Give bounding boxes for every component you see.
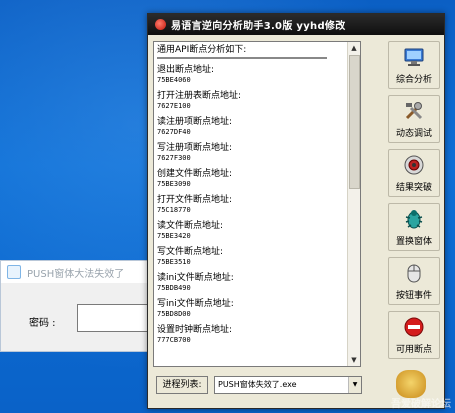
- tools-icon: [405, 102, 423, 120]
- speaker-icon: [404, 155, 424, 175]
- breakpoint-name: 创建文件断点地址:: [157, 169, 233, 179]
- main-window[interactable]: 易语言逆向分析助手3.0版 yyhd修改 通用API断点分析如下: 退出断点地址…: [147, 13, 445, 409]
- button-event-button-label: 按钮事件: [395, 291, 432, 301]
- available-breakpoints-button-label: 可用断点: [395, 345, 432, 355]
- breakpoint-address: 75BE3420: [157, 232, 191, 240]
- breakpoint-address: 75BD8D00: [157, 310, 191, 318]
- bug-icon: [405, 210, 423, 229]
- scroll-thumb[interactable]: [349, 55, 360, 189]
- breakpoint-address: 75BE3510: [157, 258, 191, 266]
- replace-window-button-label: 置换窗体: [395, 237, 432, 247]
- stop-icon: [404, 317, 424, 337]
- process-combobox[interactable]: PUSH窗体失效了.exe ▼: [214, 376, 362, 394]
- breakpoint-name: 读注册项断点地址:: [157, 117, 233, 127]
- list-item: 写ini文件断点地址: 75BD8D00: [157, 299, 345, 319]
- list-item: 打开文件断点地址: 75C18770: [157, 195, 345, 215]
- breakpoint-name: 打开文件断点地址:: [157, 195, 233, 205]
- list-item: 打开注册表断点地址: 7627E100: [157, 91, 345, 111]
- breakpoint-name: 写注册项断点地址:: [157, 143, 233, 153]
- breakpoint-address: 75C18770: [157, 206, 191, 214]
- password-label: 密码 :: [29, 318, 56, 329]
- list-item: 设置时钟断点地址: 777CB700: [157, 325, 345, 345]
- breakpoint-name: 写ini文件断点地址:: [157, 299, 234, 309]
- mouse-icon: [407, 264, 421, 283]
- breakpoint-address: 7627E100: [157, 102, 191, 110]
- app-icon: [155, 19, 166, 30]
- breakpoint-name: 退出断点地址:: [157, 65, 215, 75]
- main-titlebar[interactable]: 易语言逆向分析助手3.0版 yyhd修改: [148, 14, 444, 35]
- vertical-scrollbar[interactable]: ▲ ▼: [347, 42, 360, 366]
- breakpoint-name: 写文件断点地址:: [157, 247, 224, 257]
- breakpoint-address: 7627DF40: [157, 128, 191, 136]
- breakpoint-name: 设置时钟断点地址:: [157, 325, 233, 335]
- app-icon: [7, 265, 21, 279]
- breakpoint-name: 打开注册表断点地址:: [157, 91, 242, 101]
- monitor-icon: [404, 48, 424, 66]
- list-item: 读文件断点地址: 75BE3420: [157, 221, 345, 241]
- push-window-title: PUSH窗体大法失效了: [27, 268, 125, 280]
- list-header: 通用API断点分析如下:: [157, 45, 247, 55]
- breakpoint-address: 75BDB490: [157, 284, 191, 292]
- background-push-window[interactable]: PUSH窗体大法失效了 密码 :: [0, 260, 162, 352]
- breakpoint-address: 75BE3090: [157, 180, 191, 188]
- chevron-down-icon[interactable]: ▼: [348, 377, 361, 393]
- breakpoint-address: 777CB700: [157, 336, 191, 344]
- list-content: 通用API断点分析如下: 退出断点地址: 75BE4060 打开注册表断点地址: 76…: [157, 45, 345, 351]
- breakpoint-address: 7627F300: [157, 154, 191, 162]
- replace-window-button[interactable]: 置换窗体: [388, 203, 440, 251]
- list-item: 读注册项断点地址: 7627DF40: [157, 117, 345, 137]
- breakpoint-name: 读ini文件断点地址:: [157, 273, 234, 283]
- breakpoint-address: 75BE4060: [157, 76, 191, 84]
- analyze-button[interactable]: 综合分析: [388, 41, 440, 89]
- scroll-up-arrow-icon[interactable]: ▲: [348, 42, 360, 54]
- push-window-titlebar[interactable]: PUSH窗体大法失效了: [1, 261, 161, 283]
- divider: [157, 57, 327, 59]
- push-window-body: 密码 :: [1, 283, 161, 351]
- process-list-button[interactable]: 进程列表:: [156, 376, 208, 394]
- list-item: 退出断点地址: 75BE4060: [157, 65, 345, 85]
- debug-button-label: 动态调试: [395, 129, 432, 139]
- list-item: 写注册项断点地址: 7627F300: [157, 143, 345, 163]
- list-item: 创建文件断点地址: 75BE3090: [157, 169, 345, 189]
- window-title: 易语言逆向分析助手3.0版 yyhd修改: [171, 21, 346, 32]
- scroll-down-arrow-icon[interactable]: ▼: [348, 354, 360, 366]
- list-item: 写文件断点地址: 75BE3510: [157, 247, 345, 267]
- list-item: 读ini文件断点地址: 75BDB490: [157, 273, 345, 293]
- available-breakpoints-button[interactable]: 可用断点: [388, 311, 440, 359]
- button-event-button[interactable]: 按钮事件: [388, 257, 440, 305]
- breakpoint-name: 读文件断点地址:: [157, 221, 224, 231]
- debug-button[interactable]: 动态调试: [388, 95, 440, 143]
- breakthrough-button-label: 结果突破: [395, 183, 432, 193]
- breakthrough-button[interactable]: 结果突破: [388, 149, 440, 197]
- watermark: 吾爱破解论坛: [391, 399, 451, 410]
- breakpoint-list[interactable]: 通用API断点分析如下: 退出断点地址: 75BE4060 打开注册表断点地址: 76…: [153, 41, 361, 367]
- avatar: [396, 370, 426, 398]
- process-combobox-value: PUSH窗体失效了.exe: [218, 380, 297, 389]
- analyze-button-label: 综合分析: [395, 75, 432, 85]
